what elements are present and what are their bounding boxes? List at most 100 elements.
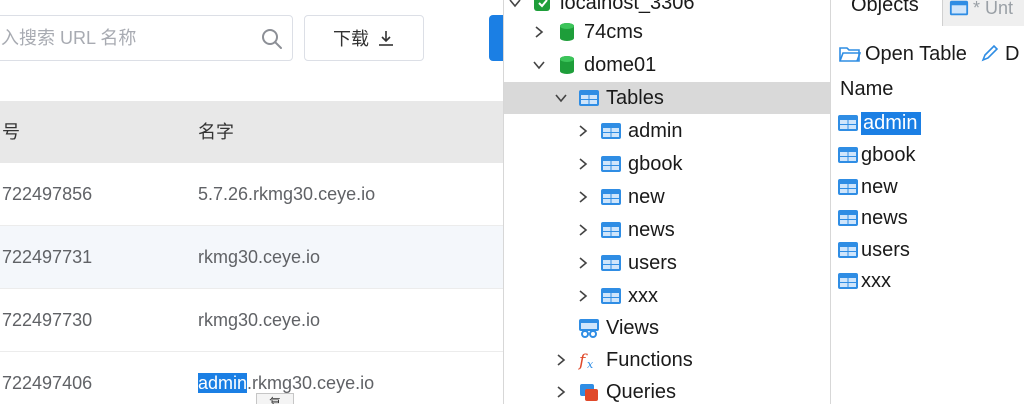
table-label: new <box>628 185 665 208</box>
tree-item-table-admin[interactable]: admin <box>576 115 682 147</box>
chevron-right-icon[interactable] <box>576 223 590 237</box>
database-label: 74cms <box>584 20 643 43</box>
table-icon <box>601 255 621 271</box>
database-label: dome01 <box>584 53 657 76</box>
table-icon <box>601 288 621 304</box>
tab-bar: Objects * Unt <box>831 0 1024 26</box>
object-item-xxx[interactable]: xxx <box>837 266 891 296</box>
chevron-down-icon[interactable] <box>532 58 546 72</box>
row-name: rkmg30.ceye.io <box>198 247 321 267</box>
navigation-tree: localhost_3306 74cms dome01 Tables admin… <box>503 0 830 404</box>
table-icon <box>601 222 621 238</box>
query-icon <box>580 384 598 401</box>
table-icon <box>601 123 621 139</box>
table-icon <box>838 210 858 226</box>
download-label: 下载 <box>333 29 369 49</box>
search-input[interactable]: 入搜索 URL 名称 <box>1 16 136 60</box>
chevron-down-icon[interactable] <box>554 91 568 105</box>
chevron-right-icon[interactable] <box>554 385 568 399</box>
table-label: gbook <box>628 152 683 175</box>
chevron-right-icon[interactable] <box>576 289 590 303</box>
tree-item-table-gbook[interactable]: gbook <box>576 148 683 180</box>
chevron-right-icon[interactable] <box>576 256 590 270</box>
design-table-button[interactable]: D <box>1005 43 1019 66</box>
database-icon <box>560 56 574 74</box>
svg-text:x: x <box>587 358 594 371</box>
table-row[interactable]: 722497730 rkmg30.ceye.io <box>0 289 503 352</box>
table-label: news <box>628 218 675 241</box>
download-icon <box>379 31 393 46</box>
object-item-news[interactable]: news <box>837 203 908 233</box>
tree-item-table-new[interactable]: new <box>576 181 665 213</box>
objects-panel: Objects * Unt Open Table D Name admin gb… <box>830 0 1024 404</box>
row-id: 722497731 <box>2 247 93 267</box>
folder-open-icon[interactable] <box>839 44 861 64</box>
table-label: xxx <box>628 284 658 307</box>
chevron-right-icon[interactable] <box>532 25 546 39</box>
queries-label: Queries <box>606 380 677 403</box>
download-button[interactable]: 下载 <box>304 15 424 61</box>
connection-icon <box>534 0 550 11</box>
primary-button-edge[interactable] <box>489 15 503 61</box>
table-icon <box>838 147 858 163</box>
object-label: admin <box>861 111 922 135</box>
column-header-name[interactable]: Name <box>840 78 893 101</box>
tab-untitled[interactable]: * Unt <box>949 0 1013 26</box>
table-row[interactable]: 722497406 admin.rkmg30.ceye.io <box>0 352 503 404</box>
table-row[interactable]: 722497856 5.7.26.rkmg30.ceye.io <box>0 163 503 226</box>
object-item-gbook[interactable]: gbook <box>837 140 916 170</box>
column-header-name[interactable]: 名字 <box>198 101 234 163</box>
chevron-right-icon[interactable] <box>576 190 590 204</box>
table-icon <box>838 242 858 258</box>
tree-item-tables[interactable]: Tables <box>504 82 830 114</box>
row-name-rest: .rkmg30.ceye.io <box>247 373 375 393</box>
selected-text[interactable]: admin <box>198 373 248 393</box>
table-row[interactable]: 722497731 rkmg30.ceye.io <box>0 226 503 289</box>
chevron-right-icon[interactable] <box>576 124 590 138</box>
tree-item-views[interactable]: Views <box>578 312 659 344</box>
context-tooltip[interactable]: 复 <box>256 393 294 404</box>
tab-untitled-label: * Unt <box>973 0 1014 18</box>
open-table-button[interactable]: Open Table <box>865 43 967 66</box>
object-item-new[interactable]: new <box>837 172 898 202</box>
tab-objects[interactable]: Objects <box>831 0 943 26</box>
object-label: news <box>861 206 908 229</box>
object-label: users <box>861 238 910 261</box>
pencil-icon[interactable] <box>979 44 1001 64</box>
search-icon[interactable] <box>260 27 284 51</box>
object-label: xxx <box>861 269 891 292</box>
tree-item-table-xxx[interactable]: xxx <box>576 280 658 312</box>
connection-label: localhost_3306 <box>560 0 695 14</box>
table-icon <box>579 90 599 106</box>
table-label: users <box>628 251 677 274</box>
views-icon <box>579 319 599 338</box>
function-icon: fx <box>578 351 594 371</box>
objects-toolbar: Open Table D <box>831 36 1024 72</box>
url-search-box[interactable]: 入搜索 URL 名称 <box>0 15 293 61</box>
tree-item-queries[interactable]: Queries <box>554 376 676 404</box>
database-icon <box>560 23 574 41</box>
tree-item-database-dome01[interactable]: dome01 <box>532 49 656 81</box>
tree-item-functions[interactable]: fx Functions <box>554 344 693 376</box>
table-icon <box>949 0 969 16</box>
table-icon <box>601 156 621 172</box>
row-id: 722497730 <box>2 310 93 330</box>
tree-item-table-users[interactable]: users <box>576 247 677 279</box>
object-item-admin[interactable]: admin <box>837 108 922 138</box>
table-icon <box>601 189 621 205</box>
row-name: 5.7.26.rkmg30.ceye.io <box>198 184 376 204</box>
functions-label: Functions <box>606 348 693 371</box>
object-item-users[interactable]: users <box>837 235 910 265</box>
column-header-id[interactable]: 号 <box>2 101 20 163</box>
row-id: 722497856 <box>2 184 93 204</box>
table-header: 号 名字 <box>0 101 503 163</box>
tree-item-database-74cms[interactable]: 74cms <box>532 16 643 48</box>
row-name: rkmg30.ceye.io <box>198 310 321 330</box>
table-label: admin <box>628 119 683 142</box>
table-icon <box>838 115 858 131</box>
chevron-right-icon[interactable] <box>554 353 568 367</box>
chevron-right-icon[interactable] <box>576 157 590 171</box>
tree-item-table-news[interactable]: news <box>576 214 675 246</box>
chevron-down-icon[interactable] <box>508 0 522 10</box>
object-label: gbook <box>861 143 916 166</box>
